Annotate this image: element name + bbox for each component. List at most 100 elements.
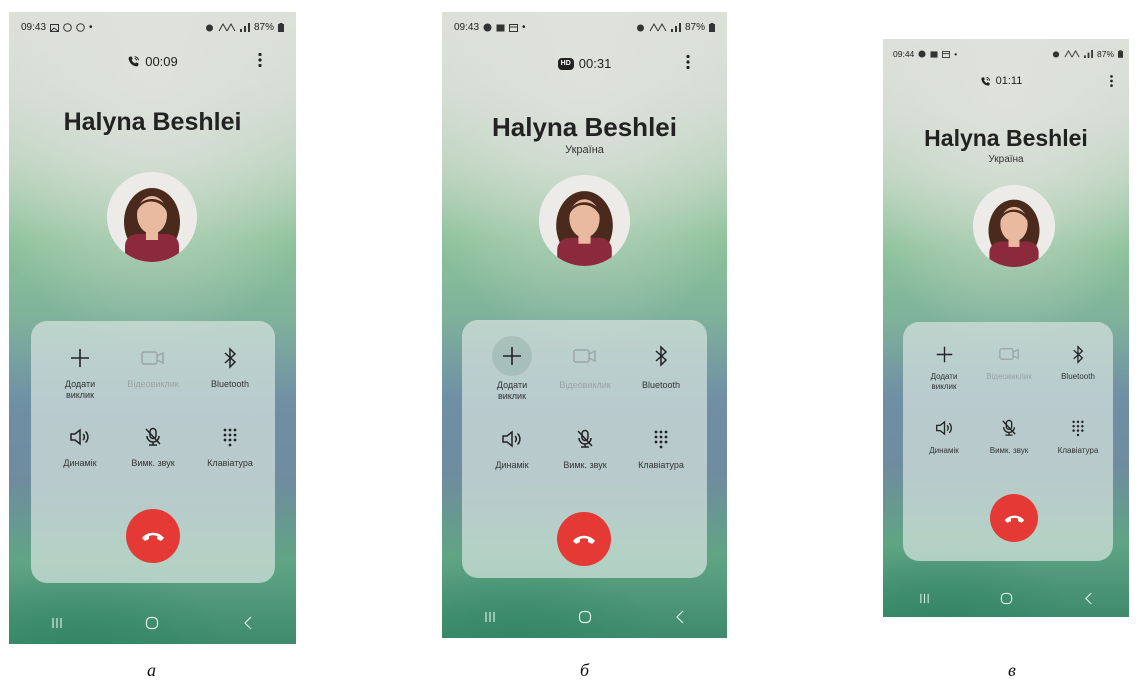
back-icon[interactable]	[1068, 592, 1108, 605]
speaker-label: Динамік	[929, 446, 959, 455]
keypad-button[interactable]: Клавіатура	[197, 422, 263, 469]
mic-off-icon	[138, 422, 168, 452]
video-call-label: Відеовиклик	[127, 379, 179, 389]
add-call-label: Додати виклик	[496, 380, 528, 401]
home-icon[interactable]	[565, 610, 605, 624]
speaker-button[interactable]: Динамік	[483, 424, 541, 471]
end-call-button[interactable]	[990, 494, 1038, 542]
home-icon[interactable]	[986, 592, 1026, 605]
back-icon[interactable]	[660, 610, 700, 624]
alarm-icon	[205, 24, 213, 32]
caption-c: в	[1008, 660, 1016, 680]
recent-apps-icon[interactable]	[904, 593, 944, 604]
bluetooth-button[interactable]: Bluetooth	[1051, 341, 1105, 382]
notification-dot-icon: •	[89, 22, 93, 33]
calendar-notification-icon	[942, 50, 951, 58]
mute-button[interactable]: Вимк. звук	[121, 422, 185, 469]
phone-screen-c: 09:44 • 87% 01:11 Halyna Beshlei Україна…	[883, 39, 1129, 617]
recent-apps-icon[interactable]	[470, 611, 510, 623]
contact-name: Halyna Beshlei	[492, 112, 677, 142]
hang-up-icon	[1004, 515, 1024, 523]
call-status-bar: 01:11	[883, 75, 1129, 87]
recent-apps-icon[interactable]	[37, 617, 77, 629]
plus-icon	[492, 336, 532, 376]
navigation-bar	[883, 592, 1129, 605]
status-bar: 09:44 • 87%	[893, 49, 1123, 59]
keypad-icon	[1065, 415, 1091, 441]
status-time: 09:43	[21, 22, 47, 33]
video-call-label: Відеовиклик	[559, 380, 611, 390]
battery-percent: 87%	[253, 22, 274, 33]
video-call-button[interactable]: Відеовиклик	[979, 341, 1039, 382]
plus-icon	[931, 341, 957, 367]
keypad-button[interactable]: Клавіатура	[1049, 415, 1107, 456]
calendar-notification-icon	[509, 23, 519, 32]
call-status-bar: 00:09	[9, 54, 296, 69]
keypad-label: Клавіатура	[638, 460, 684, 470]
signal-icon	[239, 23, 250, 32]
status-time: 09:43	[454, 22, 480, 33]
video-call-label: Відеовиклик	[986, 372, 1032, 381]
more-options-icon[interactable]	[257, 52, 263, 68]
mic-off-icon	[996, 415, 1022, 441]
bluetooth-button[interactable]: Bluetooth	[630, 341, 692, 391]
contact-avatar	[973, 185, 1055, 267]
end-call-button[interactable]	[126, 509, 180, 563]
home-icon[interactable]	[132, 616, 172, 630]
speaker-label: Динамік	[63, 458, 97, 468]
more-options-icon[interactable]	[1109, 74, 1114, 88]
speaker-button[interactable]: Динамік	[917, 415, 971, 456]
volte-icon	[649, 23, 667, 32]
video-camera-icon	[570, 341, 600, 371]
video-call-button[interactable]: Відеовиклик	[552, 341, 618, 391]
back-icon[interactable]	[228, 616, 268, 630]
mute-button[interactable]: Вимк. звук	[553, 424, 617, 471]
alarm-icon	[636, 24, 644, 32]
speaker-icon	[931, 415, 957, 441]
phone-screen-b: 09:43 • 87% HD 00:31 Halyna Beshlei Укра…	[442, 12, 727, 638]
viber-notification-icon	[63, 23, 72, 32]
add-call-button[interactable]: Додати виклик	[917, 341, 971, 391]
keypad-label: Клавіатура	[1057, 446, 1099, 455]
more-options-icon[interactable]	[685, 54, 691, 70]
bluetooth-icon	[646, 341, 676, 371]
navigation-bar	[442, 610, 727, 624]
contact-country: Україна	[565, 144, 604, 156]
wifi-call-icon	[218, 23, 236, 32]
end-call-button[interactable]	[557, 512, 611, 566]
notification-dot-icon: •	[522, 22, 526, 33]
signal-icon	[1084, 50, 1093, 58]
gallery-notification-icon	[496, 24, 505, 31]
video-call-button[interactable]: Відеовиклик	[121, 343, 185, 390]
mic-off-icon	[570, 424, 600, 454]
call-controls-panel: Додати виклик Відеовиклик Bluetooth Дина…	[903, 322, 1113, 561]
battery-icon	[278, 23, 284, 32]
bluetooth-label: Bluetooth	[641, 380, 681, 390]
viber-notification-icon	[76, 23, 85, 32]
bluetooth-icon	[1065, 341, 1091, 367]
wifi-call-icon	[1064, 50, 1080, 58]
bluetooth-icon	[215, 343, 245, 373]
contact-name: Halyna Beshlei	[924, 125, 1088, 151]
contact-name: Halyna Beshlei	[63, 108, 242, 136]
bluetooth-button[interactable]: Bluetooth	[199, 343, 261, 390]
mute-label: Вимк. звук	[131, 458, 175, 468]
speaker-button[interactable]: Динамік	[51, 422, 109, 469]
battery-percent: 87%	[684, 22, 705, 33]
keypad-button[interactable]: Клавіатура	[628, 424, 694, 471]
plus-icon	[65, 343, 95, 373]
call-controls-panel: Додати виклик Відеовиклик Bluetooth Дина…	[462, 320, 707, 578]
speaker-label: Динамік	[495, 460, 529, 470]
add-call-button[interactable]: Додати виклик	[51, 343, 109, 401]
add-call-button[interactable]: Додати виклик	[482, 336, 542, 402]
alarm-icon	[1052, 51, 1060, 58]
call-timer: 00:09	[145, 54, 178, 69]
mute-button[interactable]: Вимк. звук	[981, 415, 1037, 456]
battery-icon	[709, 23, 715, 32]
messenger-notification-icon	[483, 23, 492, 32]
mute-label: Вимк. звук	[563, 460, 607, 470]
status-bar: 09:43 • 87%	[21, 22, 284, 33]
add-call-label: Додати виклик	[930, 372, 958, 391]
bluetooth-label: Bluetooth	[1061, 372, 1095, 381]
status-time: 09:44	[893, 49, 915, 59]
